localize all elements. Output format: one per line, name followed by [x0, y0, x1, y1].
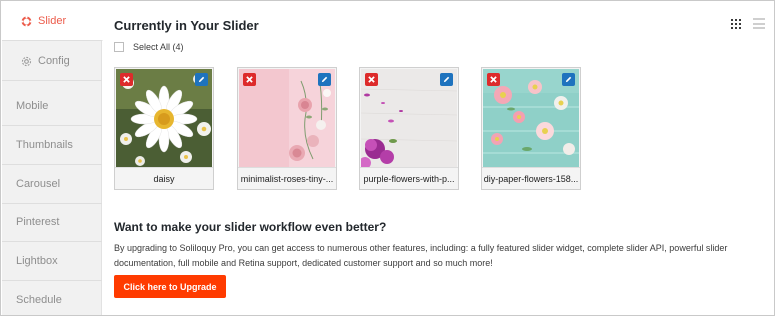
slider-icon — [20, 15, 32, 27]
list-view-icon[interactable] — [753, 18, 765, 29]
sidebar-item-label: Thumbnails — [16, 139, 73, 151]
pencil-icon — [321, 76, 328, 83]
pencil-icon — [443, 76, 450, 83]
sidebar: Slider Config Mobile Thumbnails Carousel… — [2, 2, 103, 315]
promo-title: Want to make your slider workflow even b… — [114, 220, 387, 234]
slide-caption: daisy — [115, 167, 213, 189]
sidebar-item-pinterest[interactable]: Pinterest — [2, 203, 102, 242]
slide-caption: diy-paper-flowers-158... — [482, 167, 580, 189]
slide-caption: minimalist-roses-tiny-... — [238, 167, 336, 189]
delete-slide-button[interactable] — [243, 73, 256, 86]
sidebar-item-label: Pinterest — [16, 216, 60, 228]
pencil-icon — [198, 76, 205, 83]
slide-card-purple-flowers[interactable]: purple-flowers-with-p... — [359, 67, 459, 190]
sidebar-item-lightbox[interactable]: Lightbox — [2, 242, 102, 281]
close-icon — [368, 76, 375, 83]
delete-slide-button[interactable] — [120, 73, 133, 86]
page-title: Currently in Your Slider — [114, 18, 259, 33]
sidebar-item-label: Slider — [38, 15, 67, 27]
select-all-label: Select All (4) — [133, 42, 184, 52]
close-icon — [246, 76, 253, 83]
delete-slide-button[interactable] — [487, 73, 500, 86]
slide-card-daisy[interactable]: daisy — [114, 67, 214, 190]
sidebar-item-config[interactable]: Config — [2, 42, 102, 81]
sidebar-item-schedule[interactable]: Schedule — [2, 280, 102, 319]
sidebar-item-slider[interactable]: Slider — [2, 2, 103, 41]
slide-card-paper-flowers[interactable]: diy-paper-flowers-158... — [481, 67, 581, 190]
grid-view-icon[interactable] — [731, 19, 741, 29]
edit-slide-button[interactable] — [440, 73, 453, 86]
select-all[interactable]: Select All (4) — [114, 42, 184, 52]
select-all-checkbox[interactable] — [114, 42, 124, 52]
delete-slide-button[interactable] — [365, 73, 378, 86]
sidebar-item-mobile[interactable]: Mobile — [2, 87, 102, 126]
sidebar-item-label: Carousel — [16, 178, 61, 190]
main-content: Currently in Your Slider Select All (4) — [103, 2, 775, 315]
promo-text: By upgrading to Soliloquy Pro, you can g… — [114, 243, 728, 268]
edit-slide-button[interactable] — [195, 73, 208, 86]
close-icon — [123, 76, 130, 83]
sidebar-item-label: Lightbox — [16, 255, 58, 267]
slide-card-roses[interactable]: minimalist-roses-tiny-... — [237, 67, 337, 190]
upgrade-button[interactable]: Click here to Upgrade — [114, 275, 226, 298]
sidebar-item-label: Config — [38, 55, 70, 67]
sidebar-item-label: Mobile — [16, 100, 49, 112]
gear-icon — [20, 55, 32, 67]
sidebar-item-thumbnails[interactable]: Thumbnails — [2, 126, 102, 165]
slide-caption: purple-flowers-with-p... — [360, 167, 458, 189]
close-icon — [490, 76, 497, 83]
slider-settings-panel: Slider Config Mobile Thumbnails Carousel… — [0, 0, 775, 316]
edit-slide-button[interactable] — [562, 73, 575, 86]
sidebar-item-carousel[interactable]: Carousel — [2, 165, 102, 204]
edit-slide-button[interactable] — [318, 73, 331, 86]
sidebar-item-label: Schedule — [16, 293, 62, 306]
pencil-icon — [565, 76, 572, 83]
